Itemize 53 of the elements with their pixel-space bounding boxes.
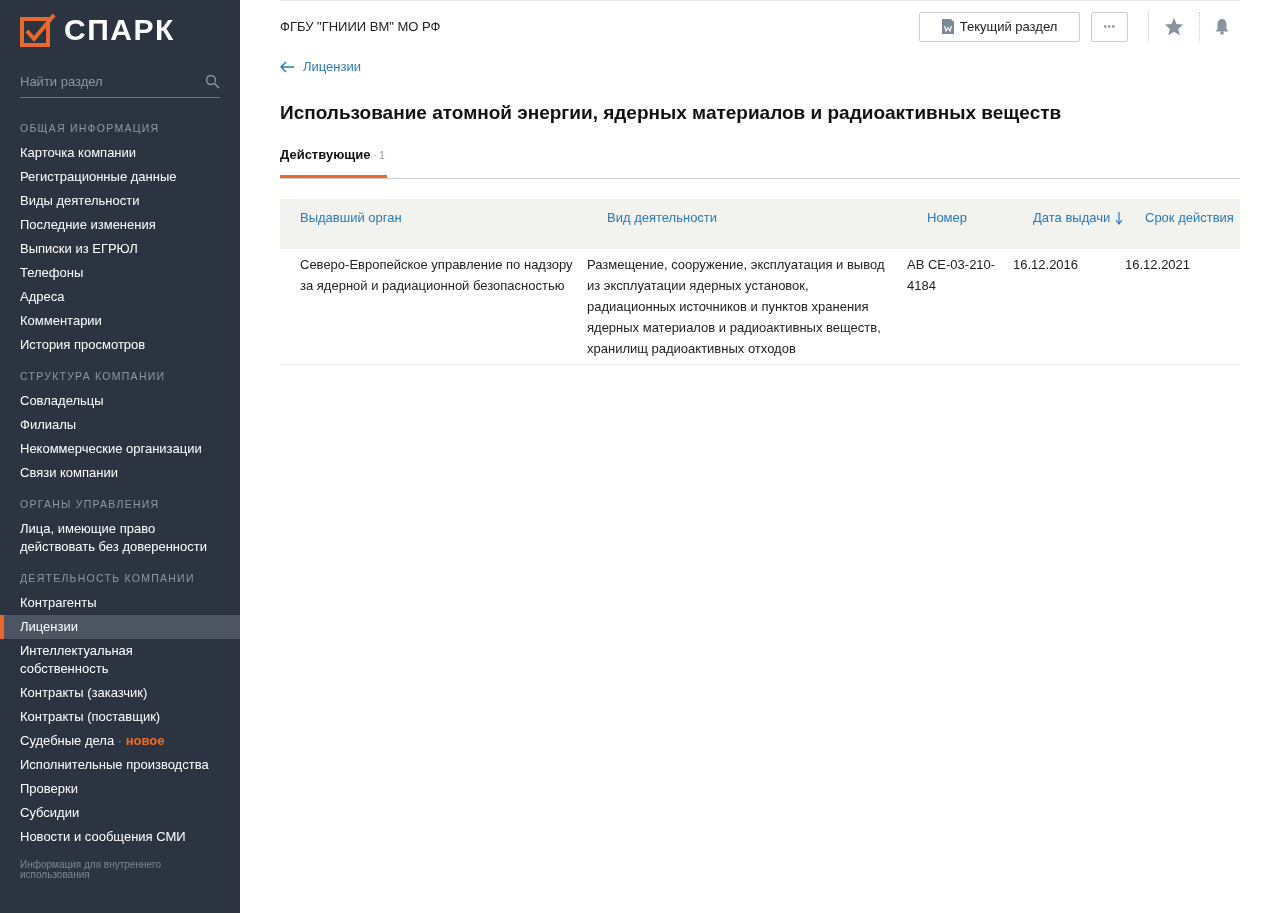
nav-item[interactable]: Карточка компании (0, 140, 240, 165)
nav-item[interactable]: Лица, имеющие право действовать без доверенности (0, 516, 240, 559)
nav-item[interactable]: Субсидии (0, 800, 240, 825)
nav-item[interactable]: Интеллектуальная собственность (0, 638, 240, 681)
search-field[interactable]: Найти раздел (20, 72, 205, 97)
sort-down-icon (1115, 211, 1124, 225)
section-heading: ОБЩАЯ ИНФОРМАЦИЯ (19, 120, 161, 136)
page-title: Использование атомной энергии, ядерных материалов и радиоактивных веществ (280, 100, 1063, 125)
document-icon (941, 19, 954, 34)
nav-item[interactable]: Судебные дела · новое (0, 728, 240, 753)
nav-item[interactable]: Адреса (0, 284, 240, 309)
table-cell: 16.12.2016 (1013, 248, 1125, 364)
logo-text: СПАРК (64, 12, 175, 48)
column-header[interactable]: Дата выдачи (1013, 198, 1125, 249)
nav-item[interactable]: Контракты (поставщик) (0, 704, 240, 729)
table-cell: Размещение, сооружение, эксплуатация и вывод из эксплуатации ядерных установок, радиационных источников и пунктов хранения ядерных материалов и радиоактивных веществ, хранилищ радиоактивных отходов (587, 248, 907, 364)
footer-note: Информация для внутреннего использования (19, 859, 162, 880)
arrow-left-icon (280, 60, 295, 73)
nav-item[interactable]: Виды деятельности (0, 188, 240, 213)
table-cell: 16.12.2021 (1125, 248, 1240, 364)
search-icon (205, 74, 220, 90)
section-heading: ОРГАНЫ УПРАВЛЕНИЯ (19, 496, 161, 512)
column-header[interactable]: Выдавший орган (280, 198, 587, 249)
nav-item[interactable]: Филиалы (0, 412, 240, 437)
nav-item[interactable]: Контракты (заказчик) (0, 680, 240, 705)
bell-icon[interactable] (1214, 18, 1230, 35)
nav-item[interactable]: Последние изменения (0, 212, 240, 237)
back-link[interactable]: Лицензии (280, 57, 361, 77)
nav-item[interactable]: История просмотров (0, 332, 240, 357)
table-cell: АВ СЕ-03-210-4184 (907, 248, 1013, 364)
nav-item[interactable]: Телефоны (0, 260, 240, 285)
nav-item[interactable]: Контрагенты (0, 590, 240, 615)
nav-item[interactable]: Связи компании (0, 460, 240, 485)
checkbox-logo-icon (20, 12, 56, 47)
column-header[interactable]: Срок действия (1125, 198, 1240, 249)
nav-item[interactable]: Совладельцы (0, 388, 240, 413)
nav-item[interactable]: Выписки из ЕГРЮЛ (0, 236, 240, 261)
new-label: новое (125, 732, 165, 748)
column-header[interactable]: Номер (907, 198, 1013, 249)
nav-item[interactable]: Некоммерческие организации (0, 436, 240, 461)
nav-item[interactable]: Новости и сообщения СМИ (0, 824, 240, 849)
tab[interactable]: Действующие · 1 (280, 145, 387, 178)
section-heading: СТРУКТУРА КОМПАНИИ (19, 368, 167, 384)
current-section-button[interactable]: Текущий раздел (919, 11, 1080, 42)
company-name: ФГБУ "ГНИИИ ВМ" МО РФ (280, 17, 442, 36)
nav-item[interactable]: Комментарии (0, 308, 240, 333)
nav-item[interactable]: Проверки (0, 776, 240, 801)
star-icon[interactable] (1164, 17, 1184, 36)
nav-item[interactable]: Регистрационные данные (0, 164, 240, 189)
column-header[interactable]: Вид деятельности (587, 198, 907, 249)
nav-item[interactable]: Лицензии (0, 614, 240, 639)
nav-item[interactable]: Исполнительные производства (0, 752, 240, 777)
section-heading: ДЕЯТЕЛЬНОСТЬ КОМПАНИИ (19, 570, 196, 586)
